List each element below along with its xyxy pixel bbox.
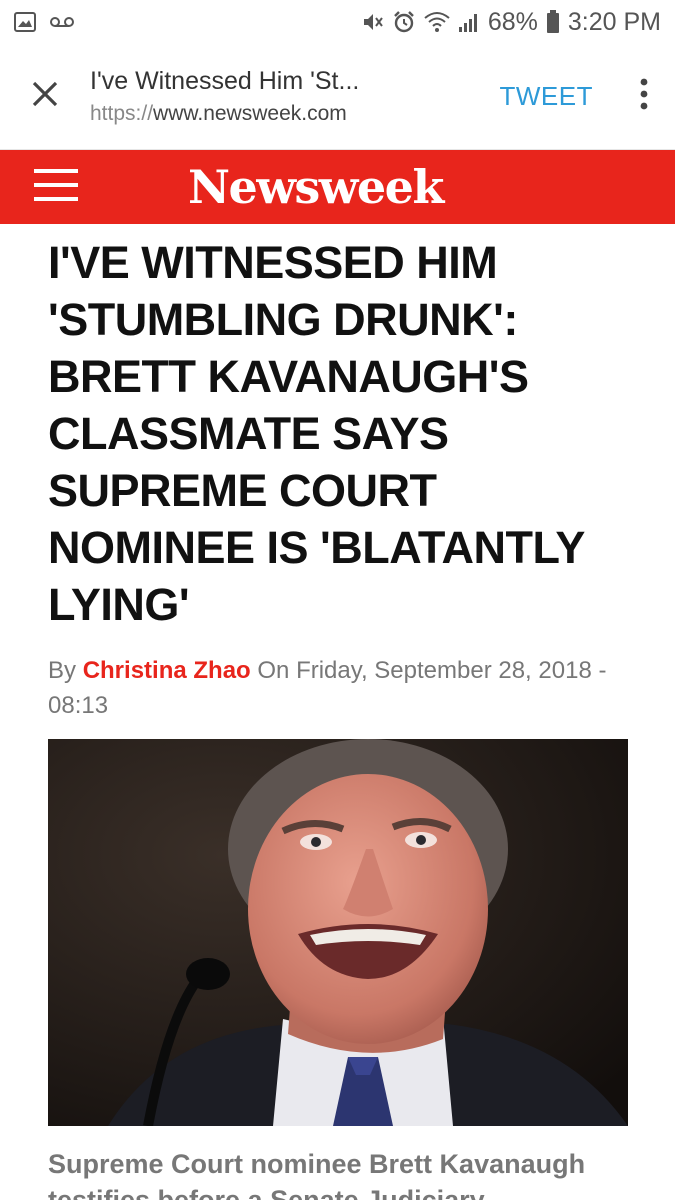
author-link[interactable]: Christina Zhao bbox=[83, 657, 251, 684]
more-vert-icon bbox=[640, 78, 648, 115]
site-header: Newsweek bbox=[0, 150, 675, 224]
url-scheme: https:// bbox=[90, 102, 154, 125]
more-options-button[interactable] bbox=[613, 44, 675, 150]
page-title: I've Witnessed Him 'St... bbox=[90, 67, 360, 95]
battery-icon bbox=[546, 10, 560, 34]
byline: By Christina Zhao On Friday, September 2… bbox=[48, 653, 638, 723]
photo-caption: Supreme Court nominee Brett Kavanaugh te… bbox=[48, 1149, 586, 1200]
tweet-button[interactable]: TWEET bbox=[480, 81, 614, 112]
voicemail-icon bbox=[50, 15, 74, 29]
publish-date: Friday, September 28, 2018 bbox=[296, 657, 592, 684]
menu-button[interactable] bbox=[0, 150, 112, 224]
article-photo bbox=[48, 739, 628, 1126]
wifi-icon bbox=[424, 11, 450, 33]
portrait-illustration bbox=[48, 739, 628, 1126]
status-left-icons bbox=[14, 12, 74, 32]
close-icon bbox=[31, 80, 59, 113]
page-url: https://www.newsweek.com bbox=[90, 102, 480, 126]
battery-percent: 68% bbox=[487, 7, 538, 36]
article-headline: I'VE WITNESSED HIM 'STUMBLING DRUNK': BR… bbox=[48, 237, 585, 630]
url-bar[interactable]: I've Witnessed Him 'St... https://www.ne… bbox=[90, 67, 480, 126]
date-prefix: On bbox=[257, 657, 290, 684]
status-bar: 68% 3:20 PM bbox=[0, 0, 675, 44]
browser-toolbar: I've Witnessed Him 'St... https://www.ne… bbox=[0, 44, 675, 150]
article: I'VE WITNESSED HIM 'STUMBLING DRUNK': BR… bbox=[48, 234, 638, 723]
close-button[interactable] bbox=[0, 44, 90, 150]
newsweek-logo[interactable]: Newsweek bbox=[112, 160, 675, 214]
alarm-icon bbox=[392, 10, 416, 34]
status-right-icons: 68% 3:20 PM bbox=[360, 8, 661, 37]
signal-icon bbox=[458, 11, 480, 33]
clock: 3:20 PM bbox=[567, 7, 661, 36]
url-host: www.newsweek.com bbox=[153, 102, 347, 125]
hamburger-menu-icon bbox=[34, 168, 78, 207]
gallery-icon bbox=[14, 12, 36, 32]
mute-icon bbox=[360, 10, 384, 34]
byline-prefix: By bbox=[48, 657, 77, 684]
